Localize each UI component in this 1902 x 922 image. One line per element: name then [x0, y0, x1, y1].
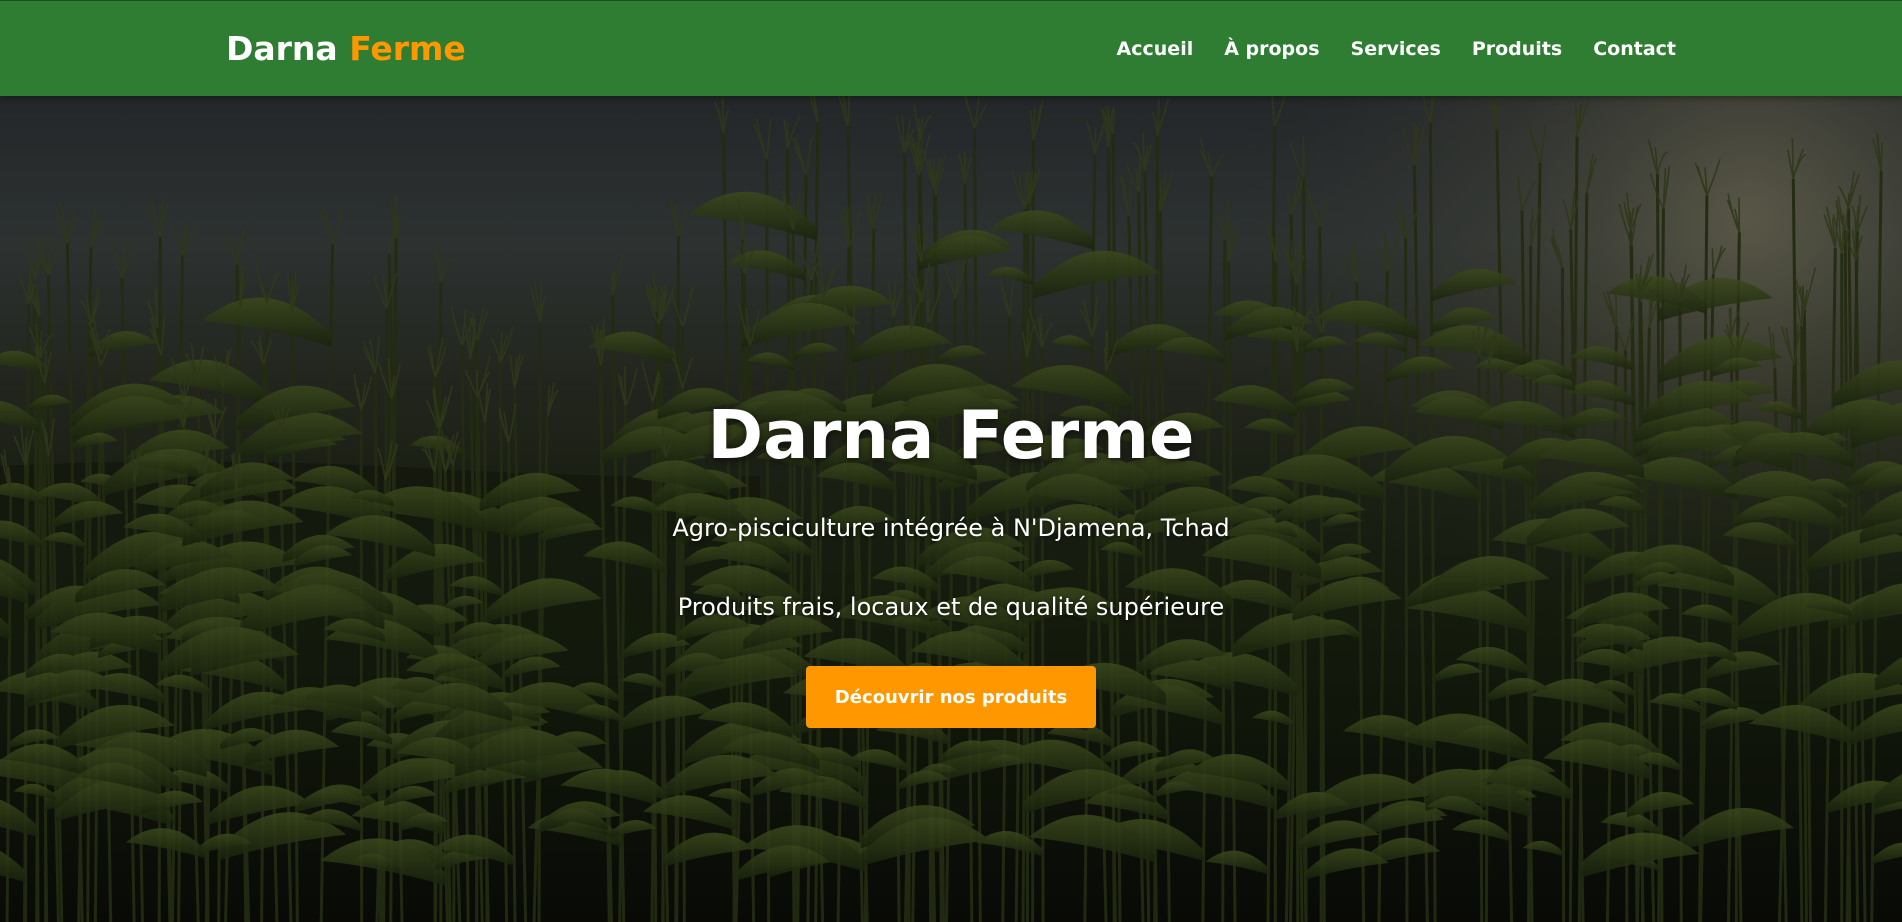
- nav-link-accueil[interactable]: Accueil: [1117, 38, 1194, 60]
- discover-products-button[interactable]: Découvrir nos produits: [806, 666, 1096, 728]
- hero-dark-overlay: [0, 96, 1902, 922]
- hero-subtitle-location: Agro-pisciculture intégrée à N'Djamena, …: [672, 514, 1230, 542]
- navbar: Darna Ferme Accueil À propos Services Pr…: [0, 0, 1902, 96]
- site-logo[interactable]: Darna Ferme: [226, 29, 466, 68]
- nav-link-services[interactable]: Services: [1351, 38, 1441, 60]
- nav-link-produits[interactable]: Produits: [1472, 38, 1562, 60]
- nav-link-contact[interactable]: Contact: [1593, 38, 1676, 60]
- logo-main: Darna: [226, 29, 350, 68]
- hero-title: Darna Ferme: [707, 396, 1195, 474]
- hero-subtitle-tagline: Produits frais, locaux et de qualité sup…: [677, 593, 1225, 621]
- nav-link-a-propos[interactable]: À propos: [1224, 38, 1319, 60]
- hero-section: Darna Ferme Agro-pisciculture intégrée à…: [0, 96, 1902, 922]
- logo-accent: Ferme: [349, 29, 466, 68]
- nav-links: Accueil À propos Services Produits Conta…: [1117, 38, 1676, 60]
